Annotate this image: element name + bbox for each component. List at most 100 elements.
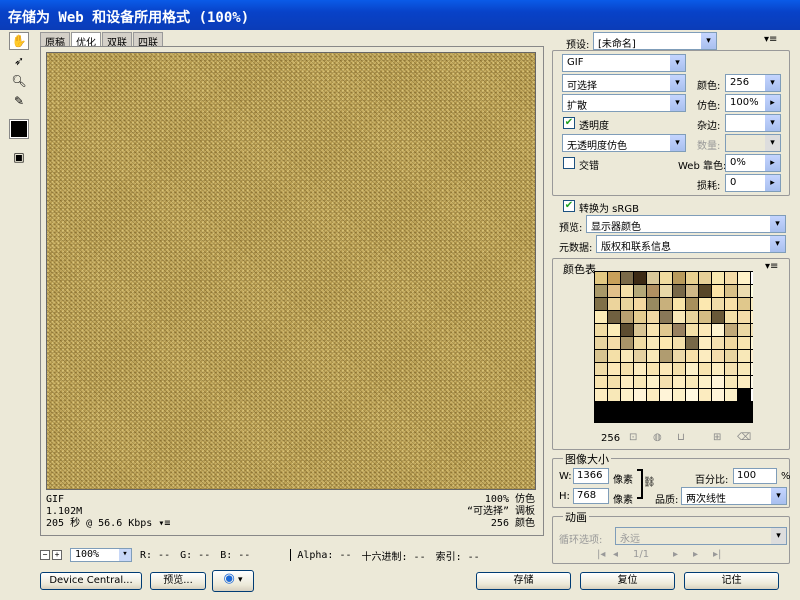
save-button[interactable]: 存储 [476,572,571,590]
web-shift-icon[interactable]: ◍ [653,432,662,443]
trash-icon[interactable]: ⌫ [737,432,751,443]
remember-button[interactable]: 记住 [684,572,779,590]
color-swatch[interactable] [712,272,724,284]
color-swatch[interactable] [621,272,633,284]
color-swatch[interactable] [699,350,711,362]
new-color-icon[interactable]: ⊞ [713,432,721,443]
color-swatch[interactable] [673,272,685,284]
color-swatch[interactable] [660,272,672,284]
image-preview-canvas[interactable] [46,52,536,490]
color-table-menu-icon[interactable]: ▾≡ [765,261,778,272]
color-swatch[interactable] [686,272,698,284]
format-select[interactable]: GIF ▾ [562,54,686,72]
color-swatch[interactable] [738,324,750,336]
dither-amount-select[interactable]: 100% ▸ [725,94,781,112]
color-swatch[interactable] [608,350,620,362]
link-icon[interactable]: ⛓ [643,477,656,488]
color-swatch[interactable] [738,285,750,297]
color-swatch[interactable] [738,311,750,323]
color-swatch[interactable] [686,285,698,297]
color-swatch[interactable] [621,363,633,375]
color-swatch[interactable] [712,363,724,375]
color-swatch[interactable] [647,285,659,297]
color-swatch[interactable] [673,389,685,401]
color-swatch[interactable] [608,324,620,336]
color-swatch[interactable] [712,376,724,388]
color-swatch[interactable] [699,363,711,375]
transparency-dither-select[interactable]: 无透明度仿色 ▾ [562,134,686,152]
map-transparency-icon[interactable]: ⊡ [629,432,637,443]
color-swatch[interactable] [608,285,620,297]
color-swatch[interactable] [634,363,646,375]
color-swatch[interactable] [725,298,737,310]
color-swatch[interactable] [647,324,659,336]
zoom-tool-icon[interactable]: 🔍︎ [9,72,29,90]
color-swatch[interactable] [660,363,672,375]
color-swatch[interactable] [621,389,633,401]
color-swatch[interactable] [647,298,659,310]
color-swatch[interactable] [595,311,607,323]
settings-menu-icon[interactable]: ▾≡ [764,34,777,45]
color-swatch[interactable] [725,285,737,297]
color-swatch[interactable] [647,350,659,362]
color-swatch[interactable] [738,272,750,284]
color-swatch[interactable] [634,350,646,362]
color-swatch[interactable] [686,311,698,323]
color-swatch[interactable] [751,285,753,297]
lock-icon[interactable]: ⊔ [677,432,685,443]
color-swatch[interactable] [660,324,672,336]
color-swatch[interactable] [634,389,646,401]
hand-tool-icon[interactable]: ✋ [9,32,29,50]
color-swatch[interactable] [712,337,724,349]
download-menu-icon[interactable]: ▾≡ [158,518,170,529]
color-swatch[interactable] [634,337,646,349]
eyedropper-tool-icon[interactable]: ✎ [9,92,29,110]
color-swatch[interactable] [595,298,607,310]
color-swatch[interactable] [660,298,672,310]
color-swatch[interactable] [725,311,737,323]
color-swatch[interactable] [595,324,607,336]
color-table-grid[interactable] [594,271,753,423]
color-swatch[interactable] [699,285,711,297]
width-input[interactable]: 1366 [573,468,609,484]
color-swatch[interactable] [608,298,620,310]
eyedropper-color-swatch[interactable] [9,119,29,139]
color-swatch[interactable] [660,350,672,362]
color-swatch[interactable] [621,376,633,388]
color-swatch[interactable] [699,298,711,310]
color-swatch[interactable] [686,376,698,388]
color-swatch[interactable] [738,376,750,388]
preview-button[interactable]: 预览... [150,572,206,590]
lossy-select[interactable]: 0 ▸ [725,174,781,192]
color-swatch[interactable] [725,376,737,388]
color-swatch[interactable] [751,389,753,401]
color-swatch[interactable] [751,337,753,349]
reset-button[interactable]: 复位 [580,572,675,590]
color-swatch[interactable] [634,311,646,323]
tab-4-up[interactable]: 四联 [133,32,163,49]
color-swatch[interactable] [647,311,659,323]
color-swatch[interactable] [725,389,737,401]
color-swatch[interactable] [686,337,698,349]
color-swatch[interactable] [712,350,724,362]
preset-select[interactable]: [未命名] ▾ [593,32,717,50]
preview-select[interactable]: 显示器颜色 ▾ [586,215,786,233]
color-swatch[interactable] [712,298,724,310]
color-swatch[interactable] [595,272,607,284]
color-swatch[interactable] [595,285,607,297]
color-swatch[interactable] [673,350,685,362]
color-swatch[interactable] [647,337,659,349]
color-swatch[interactable] [608,389,620,401]
color-swatch[interactable] [686,298,698,310]
color-swatch[interactable] [595,376,607,388]
tab-optimized[interactable]: 优化 [71,32,101,49]
color-swatch[interactable] [608,272,620,284]
color-swatch[interactable] [608,363,620,375]
color-swatch[interactable] [751,363,753,375]
color-swatch[interactable] [634,324,646,336]
color-swatch[interactable] [725,363,737,375]
color-swatch[interactable] [738,389,750,401]
slice-select-tool-icon[interactable]: ➶ [9,52,29,70]
color-swatch[interactable] [686,324,698,336]
color-swatch[interactable] [699,272,711,284]
